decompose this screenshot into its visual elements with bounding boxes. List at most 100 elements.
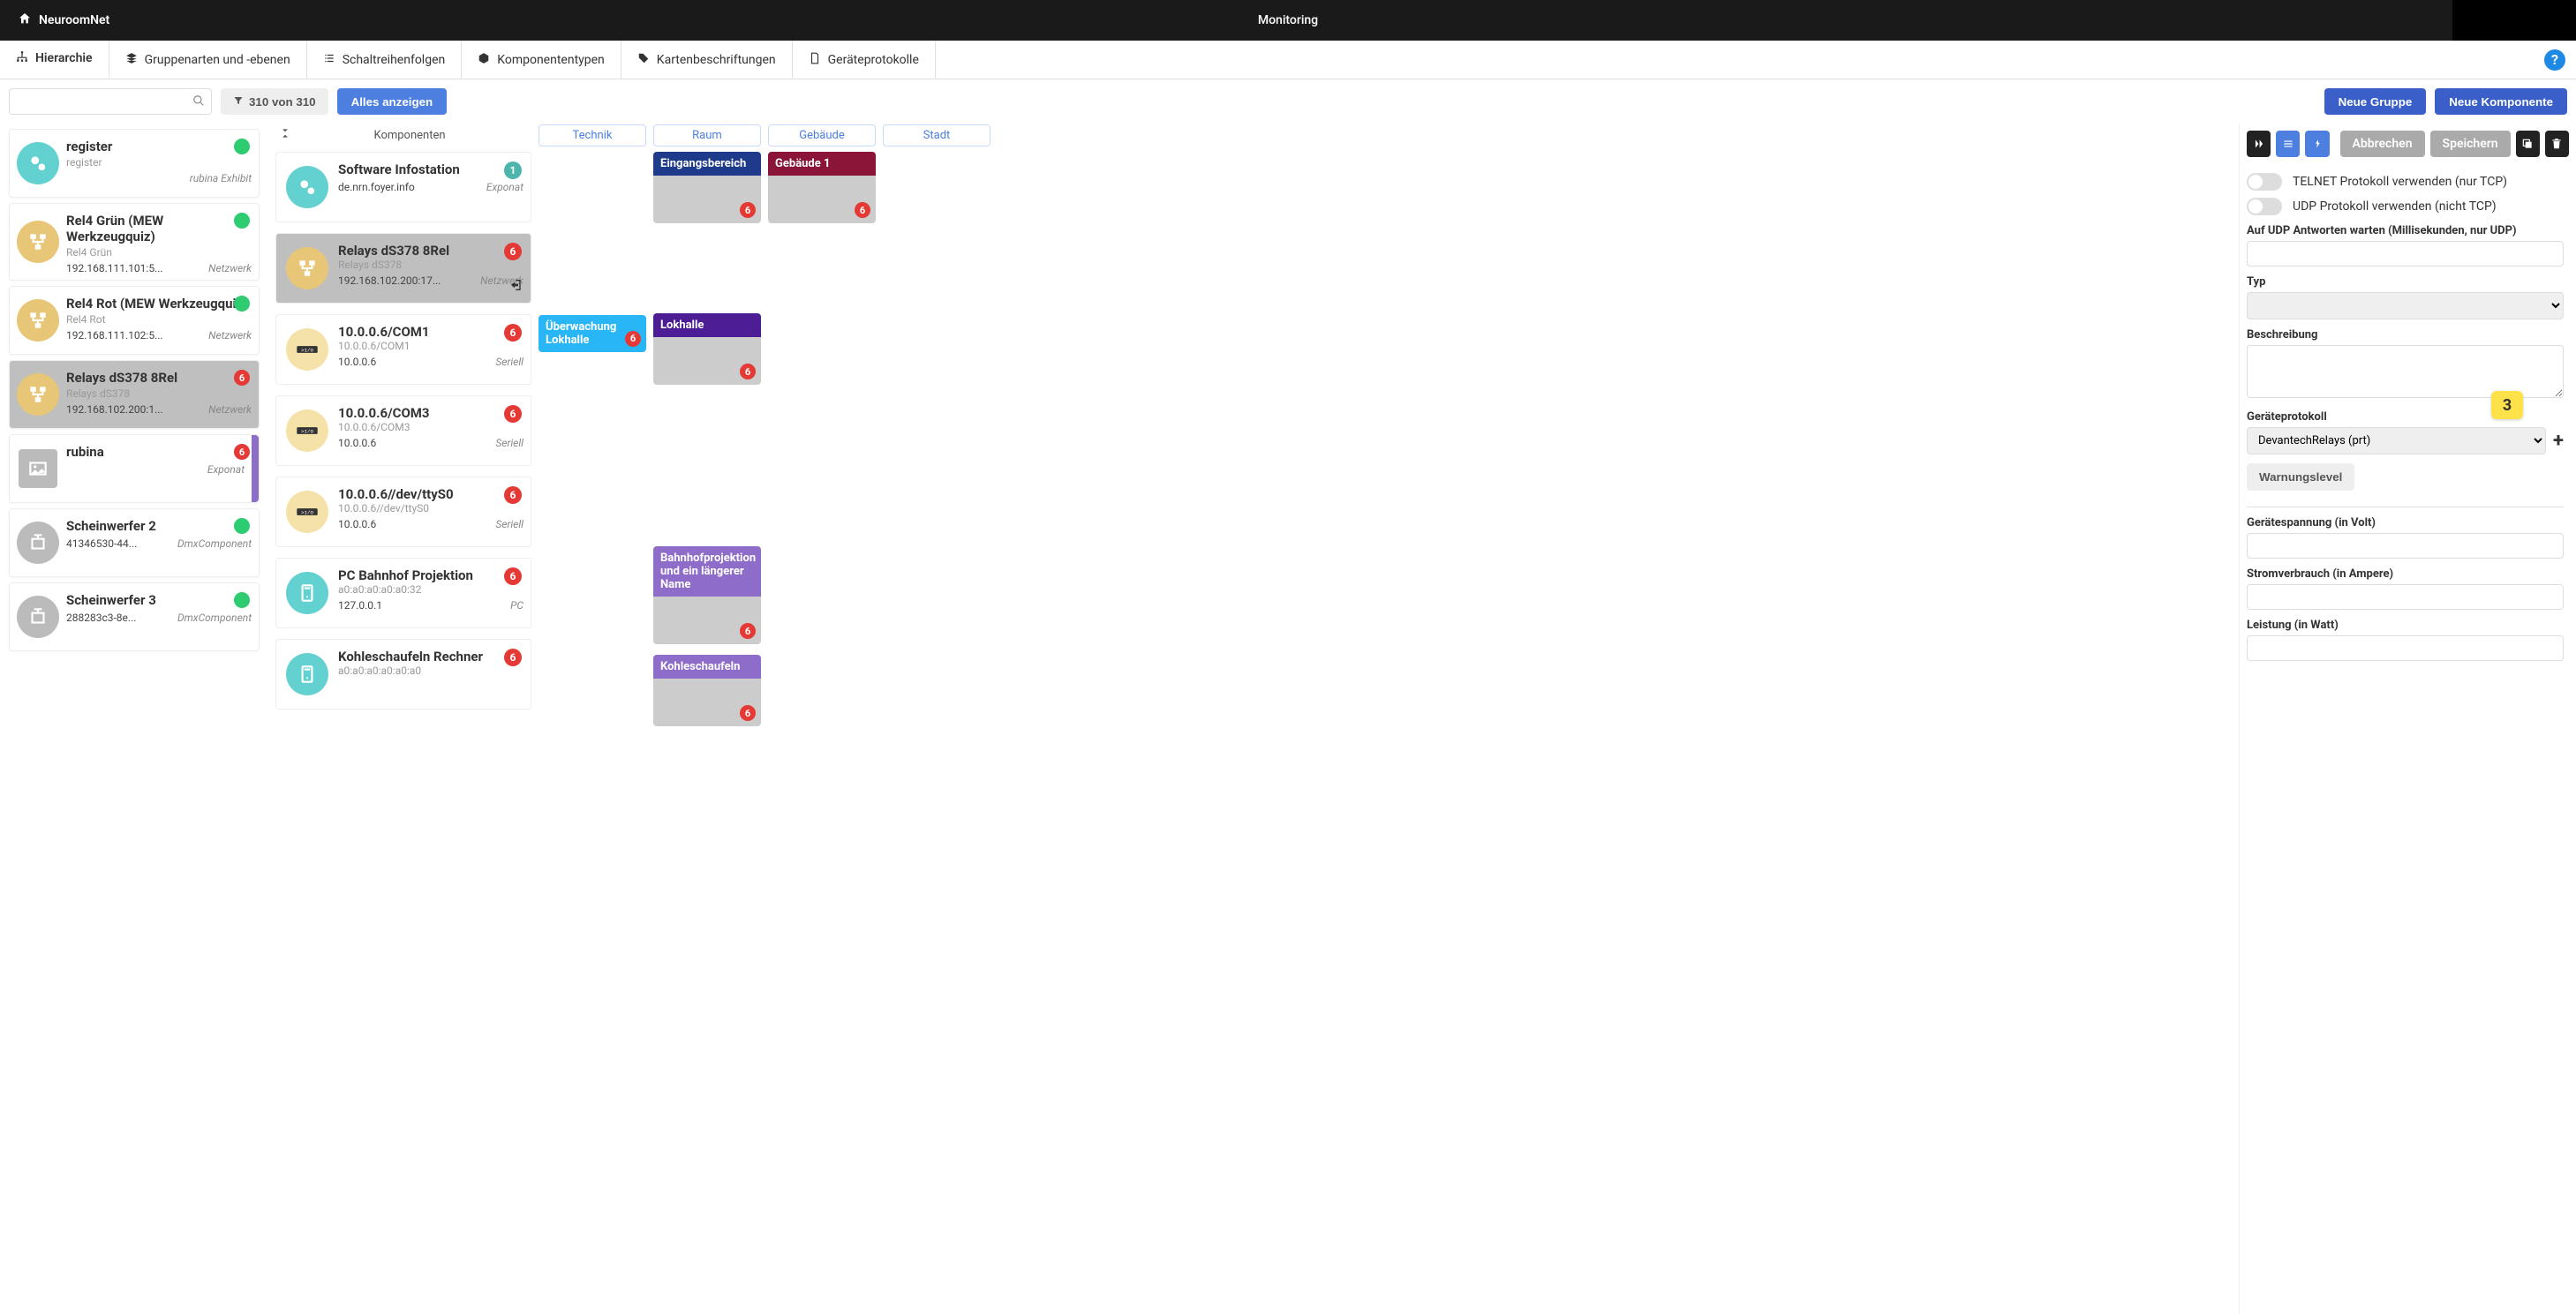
column-header-technik[interactable]: Technik (539, 124, 646, 146)
component-card[interactable]: >I/O 10.0.0.6/COM3 10.0.0.6/COM3 10.0.0.… (275, 395, 531, 466)
filter-count-button[interactable]: 310 von 310 (221, 88, 328, 115)
component-subtitle: 10.0.0.6/COM3 (338, 421, 523, 433)
sidebar-item[interactable]: Rel4 Grün (MEW Werkzeugquiz) Rel4 Grün 1… (9, 203, 260, 281)
component-tag: Exponat (486, 181, 523, 193)
status-badge: 6 (504, 486, 522, 504)
new-group-button[interactable]: Neue Gruppe (2324, 88, 2427, 115)
show-all-button[interactable]: Alles anzeigen (337, 88, 448, 115)
component-address: 127.0.0.1 (338, 599, 382, 612)
toggle-udp-label: UDP Protokoll verwenden (nicht TCP) (2293, 199, 2497, 214)
tile[interactable]: Gebäude 1 6 (768, 152, 876, 223)
select-protocol[interactable]: DevantechRelays (prt) (2247, 427, 2546, 454)
components-column: Software Infostation de.nrn.foyer.infoEx… (275, 146, 531, 1314)
sidebar-item[interactable]: register register rubina Exhibit (9, 129, 260, 198)
building-column: Gebäude 1 6 (768, 146, 876, 1314)
add-protocol-button[interactable]: + (2553, 430, 2564, 452)
tile[interactable]: Eingangsbereich 6 (653, 152, 761, 223)
cancel-button[interactable]: Abbrechen (2340, 131, 2425, 157)
component-icon (276, 234, 338, 303)
item-tag: Exponat (207, 463, 245, 476)
callout-3: 3 (2491, 391, 2523, 419)
item-address: 192.168.102.200:1... (66, 403, 163, 416)
tile[interactable]: Lokhalle 6 (653, 313, 761, 385)
tab-group-kinds[interactable]: Gruppenarten und -ebenen (109, 41, 307, 79)
run-button[interactable] (2305, 131, 2329, 157)
toggle-telnet[interactable] (2247, 173, 2282, 191)
textarea-description[interactable] (2247, 345, 2564, 398)
select-type[interactable] (2247, 292, 2564, 319)
copy-button[interactable] (2516, 131, 2540, 157)
technik-column: Überwachung Lokhalle 6 (539, 146, 646, 1314)
sidebar-item[interactable]: rubina Exponat 6 (9, 434, 260, 503)
search-icon[interactable] (192, 94, 205, 110)
item-address: 192.168.111.102:5... (66, 329, 163, 342)
component-address: 10.0.0.6 (338, 437, 376, 449)
label-udp-wait: Auf UDP Antworten warten (Millisekunden,… (2247, 224, 2564, 237)
sidebar-item[interactable]: Scheinwerfer 2 41346530-44...DmxComponen… (9, 508, 260, 577)
item-tag: Netzwerk (208, 262, 252, 274)
input-voltage[interactable] (2247, 533, 2564, 559)
login-icon[interactable] (509, 278, 523, 296)
menu-lines-button[interactable] (2276, 131, 2300, 157)
warning-level-button[interactable]: Warnungslevel (2247, 463, 2354, 491)
tab-component-types[interactable]: Komponententypen (462, 41, 621, 79)
component-title: Software Infostation (338, 161, 523, 177)
new-component-button[interactable]: Neue Komponente (2435, 88, 2567, 115)
component-tag: Seriell (495, 356, 523, 368)
component-card[interactable]: >I/O 10.0.0.6/COM1 10.0.0.6/COM1 10.0.0.… (275, 314, 531, 385)
column-header-city[interactable]: Stadt (883, 124, 990, 146)
help-button[interactable]: ? (2544, 49, 2565, 71)
filter-icon (233, 95, 244, 109)
expand-all-icon[interactable] (279, 127, 291, 143)
tab-switch-orders[interactable]: Schaltreihenfolgen (307, 41, 463, 79)
component-card[interactable]: Relays dS378 8Rel Relays dS378 192.168.1… (275, 233, 531, 304)
inspector-toolbar: Abbrechen Speichern (2247, 131, 2569, 157)
tile[interactable]: Kohleschaufeln 6 (653, 655, 761, 726)
component-card[interactable]: Kohleschaufeln Rechner a0:a0:a0:a0:a0:a0… (275, 639, 531, 710)
status-badge: 6 (504, 649, 522, 666)
sitemap-icon (16, 50, 28, 66)
component-card[interactable]: Software Infostation de.nrn.foyer.infoEx… (275, 152, 531, 222)
input-power[interactable] (2247, 635, 2564, 661)
item-title: Rel4 Rot (MEW Werkzeugquiz) (66, 296, 252, 312)
label-power: Leistung (in Watt) (2247, 619, 2564, 632)
column-body: Software Infostation de.nrn.foyer.infoEx… (268, 146, 2239, 1314)
tab-hierarchy[interactable]: Hierarchie (0, 41, 109, 79)
tab-bar: Hierarchie Gruppenarten und -ebenen Scha… (0, 41, 2576, 79)
item-address: 192.168.111.101:5... (66, 262, 163, 274)
tab-device-logs[interactable]: Geräteprotokolle (793, 41, 936, 79)
component-title: Kohleschaufeln Rechner (338, 649, 523, 665)
search-wrapper (9, 88, 212, 115)
sidebar-item[interactable]: Rel4 Rot (MEW Werkzeugquiz) Rel4 Rot 192… (9, 286, 260, 355)
save-button[interactable]: Speichern (2430, 131, 2511, 157)
component-icon (276, 559, 338, 627)
sidebar-item[interactable]: Scheinwerfer 3 288283c3-8e...DmxComponen… (9, 582, 260, 651)
tab-card-labels[interactable]: Kartenbeschriftungen (621, 41, 793, 79)
collapse-button[interactable] (2247, 131, 2271, 157)
component-card[interactable]: PC Bahnhof Projektion a0:a0:a0:a0:a0:32 … (275, 558, 531, 628)
status-dot (234, 518, 250, 534)
column-header-room[interactable]: Raum (653, 124, 761, 146)
svg-text:>I/O: >I/O (301, 429, 314, 435)
tile[interactable]: Überwachung Lokhalle 6 (539, 315, 646, 352)
list-icon (323, 52, 335, 68)
status-dot (234, 139, 250, 154)
item-title: Scheinwerfer 2 (66, 518, 252, 534)
item-title: Rel4 Grün (MEW Werkzeugquiz) (66, 213, 252, 244)
input-current[interactable] (2247, 584, 2564, 610)
column-header-building[interactable]: Gebäude (768, 124, 876, 146)
delete-button[interactable] (2545, 131, 2569, 157)
toggle-udp[interactable] (2247, 198, 2282, 215)
sidebar-item[interactable]: Relays dS378 8Rel Relays dS378 192.168.1… (9, 360, 260, 429)
item-icon (10, 583, 66, 650)
search-input[interactable] (9, 88, 212, 115)
tile[interactable]: Bahnhofprojektion und ein längerer Name … (653, 546, 761, 644)
input-udp-wait[interactable] (2247, 241, 2564, 267)
component-card[interactable]: >I/O 10.0.0.6//dev/ttyS0 10.0.0.6//dev/t… (275, 477, 531, 547)
brand[interactable]: NeuroomNet (18, 11, 109, 29)
topbar-right-slot (2452, 0, 2576, 41)
component-title: 10.0.0.6/COM3 (338, 405, 523, 421)
component-address: 10.0.0.6 (338, 356, 376, 368)
toolbar: 310 von 310 Alles anzeigen Neue Gruppe N… (0, 79, 2576, 124)
item-icon (10, 509, 66, 576)
